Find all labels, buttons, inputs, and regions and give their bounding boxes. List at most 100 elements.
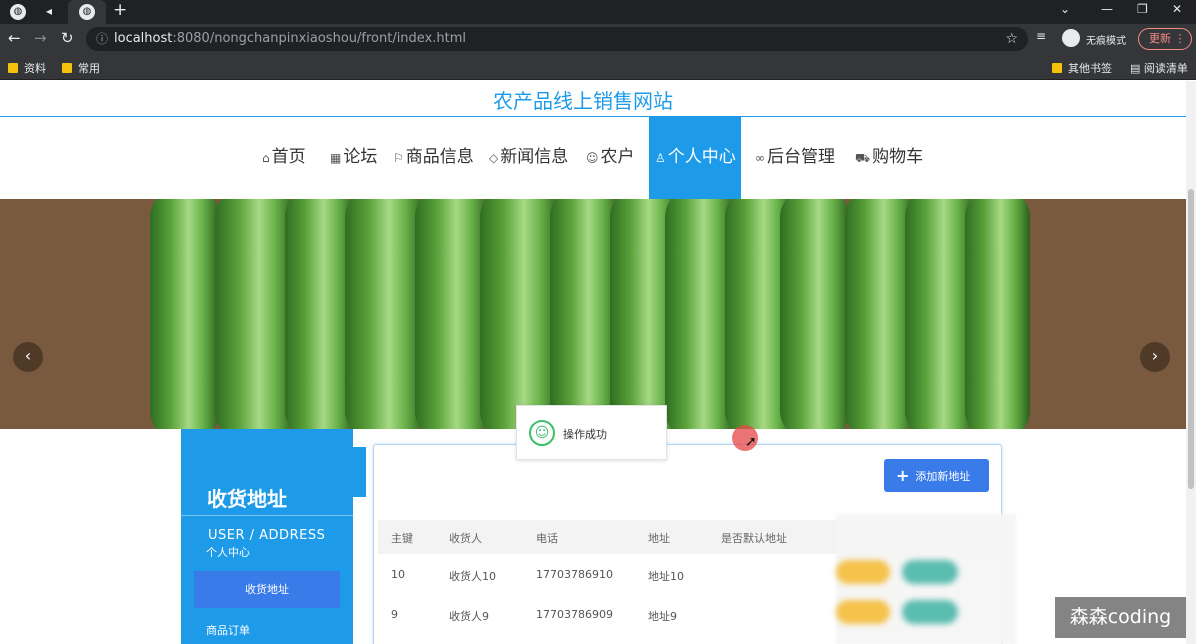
nav-label: 购物车 [872, 147, 924, 167]
nav-item-farmer[interactable]: ☺ 农户 [586, 116, 635, 199]
bookmark-label: 资料 [24, 62, 46, 75]
cell-name: 收货人9 [449, 610, 489, 623]
cell-phone: 17703786910 [536, 568, 613, 581]
sidebar-subtitle-cn: 个人中心 [206, 546, 250, 559]
browser-tab-bar: ◍ ◂ ◍ + ⌄ — ❐ ✕ [0, 0, 1196, 24]
close-button[interactable]: ✕ [1172, 2, 1182, 16]
sidebar-item-address[interactable]: 收货地址 [194, 571, 340, 608]
nav-label: 新闻信息 [500, 147, 569, 167]
bookmark-label: 阅读清单 [1143, 62, 1188, 75]
reading-list-icon[interactable]: ≡ [1036, 29, 1046, 43]
new-tab-button[interactable]: + [113, 0, 127, 20]
bookmark-folder-1[interactable]: 资料 [8, 60, 46, 76]
bookmark-star-icon[interactable]: ☆ [1005, 27, 1018, 51]
restore-button[interactable]: ❐ [1137, 2, 1148, 16]
cell-name: 收货人10 [449, 570, 496, 583]
browser-toolbar: ← → ↻ ⓘ localhost:8080/nongchanpinxiaosh… [0, 24, 1196, 54]
sidebar-tab [352, 447, 366, 497]
reading-list[interactable]: ▤ 阅读清单 [1130, 60, 1188, 76]
scroll-thumb[interactable] [1188, 189, 1194, 489]
tag-icon: ◇ [489, 151, 499, 165]
incognito-icon [1062, 29, 1080, 47]
back-button[interactable]: ← [8, 29, 21, 47]
carousel-prev-button[interactable]: ‹ [13, 342, 43, 372]
blurred-actions-area [836, 514, 1016, 644]
url-host: localhost [114, 31, 173, 46]
delete-button[interactable] [902, 560, 958, 584]
user-icon: ♙ [655, 151, 666, 165]
bookmark-label: 其他书签 [1068, 62, 1112, 75]
bookmarks-bar: 资料 常用 其他书签 ▤ 阅读清单 [0, 54, 1196, 80]
sidebar-item-orders[interactable]: 商品订单 [206, 622, 250, 638]
other-bookmarks[interactable]: 其他书签 [1052, 60, 1112, 76]
cell-address: 地址10 [648, 570, 684, 583]
nav-item-home[interactable]: ⌂ 首页 [262, 116, 306, 199]
update-label: 更新 [1149, 32, 1171, 45]
personal-sidebar: 收货地址 USER / ADDRESS 个人中心 收货地址 商品订单 [181, 429, 366, 644]
forward-button[interactable]: → [34, 29, 47, 47]
toast-message: 操作成功 [563, 428, 607, 441]
sidebar-divider [181, 515, 366, 516]
success-toast: ☺ 操作成功 [516, 405, 667, 460]
banner-image [965, 199, 1030, 429]
sidebar-title: 收货地址 [207, 487, 287, 511]
url-path: :8080/nongchanpinxiaoshou/front/index.ht… [172, 31, 467, 46]
banner-image [345, 199, 425, 429]
nav-label: 农户 [600, 147, 635, 167]
edit-button[interactable] [836, 560, 890, 584]
reload-button[interactable]: ↻ [61, 29, 74, 47]
banner-image [780, 199, 850, 429]
edit-button[interactable] [836, 600, 890, 624]
cell-id: 9 [391, 608, 398, 621]
active-tab[interactable]: ◍ [68, 0, 106, 24]
minimize-button[interactable]: — [1101, 2, 1113, 16]
web-page: 农产品线上销售网站 ⌂ 首页 ▦ 论坛 ⚐ 商品信息 ◇ 新闻信息 ☺ 农户 ♙ 个人中心 … [0, 81, 1196, 644]
cart-icon: ⛟ [855, 151, 871, 165]
chevron-down-icon[interactable]: ⌄ [1060, 2, 1070, 16]
plus-icon: + [896, 466, 910, 485]
bookmark-label: 常用 [78, 62, 100, 75]
add-address-label: 添加新地址 [915, 470, 971, 483]
update-button[interactable]: 更新 ⋮ [1138, 28, 1192, 50]
page-scrollbar[interactable] [1186, 81, 1196, 644]
nav-item-cart[interactable]: ⛟ 购物车 [855, 116, 923, 199]
mouse-cursor-icon: ➚ [745, 434, 757, 450]
column-header: 是否默认地址 [721, 532, 787, 545]
nav-item-personal-center[interactable]: ♙ 个人中心 [649, 116, 741, 199]
globe-icon[interactable]: ◍ [10, 4, 26, 20]
farmer-icon: ☺ [586, 151, 599, 165]
nav-label: 商品信息 [405, 147, 474, 167]
smile-icon: ☺ [529, 420, 555, 446]
nav-item-forum[interactable]: ▦ 论坛 [330, 116, 377, 199]
column-header: 主键 [391, 532, 413, 545]
folder-icon [1052, 63, 1062, 73]
nav-item-admin[interactable]: ∞ 后台管理 [755, 116, 835, 199]
mute-icon[interactable]: ◂ [46, 4, 52, 18]
watermark: 森森coding [1055, 597, 1186, 638]
delete-button[interactable] [902, 600, 958, 624]
forum-icon: ▦ [330, 151, 342, 165]
column-header: 收货人 [449, 532, 482, 545]
info-icon[interactable]: ⓘ [96, 27, 108, 51]
nav-label: 后台管理 [767, 147, 835, 167]
bookmark-folder-2[interactable]: 常用 [62, 60, 100, 76]
carousel-banner[interactable]: ‹ › [0, 199, 1186, 429]
column-header: 电话 [536, 532, 558, 545]
nav-label: 个人中心 [667, 147, 736, 167]
carousel-next-button[interactable]: › [1140, 342, 1170, 372]
banner-image [480, 199, 560, 429]
sidebar-subtitle-en: USER / ADDRESS [208, 528, 326, 543]
nav-item-news[interactable]: ◇ 新闻信息 [489, 116, 568, 199]
add-address-button[interactable]: + 添加新地址 [884, 459, 989, 492]
folder-icon [8, 63, 18, 73]
cell-id: 10 [391, 568, 405, 581]
site-title: 农产品线上销售网站 [493, 89, 673, 113]
address-bar[interactable]: ⓘ localhost:8080/nongchanpinxiaoshou/fro… [86, 27, 1028, 51]
cell-address: 地址9 [648, 610, 677, 623]
home-icon: ⌂ [262, 151, 270, 165]
cell-phone: 17703786909 [536, 608, 613, 621]
nav-item-products[interactable]: ⚐ 商品信息 [393, 116, 474, 199]
link-icon: ∞ [755, 151, 765, 165]
incognito-label[interactable]: 无痕模式 [1086, 32, 1126, 47]
column-header: 地址 [648, 532, 670, 545]
